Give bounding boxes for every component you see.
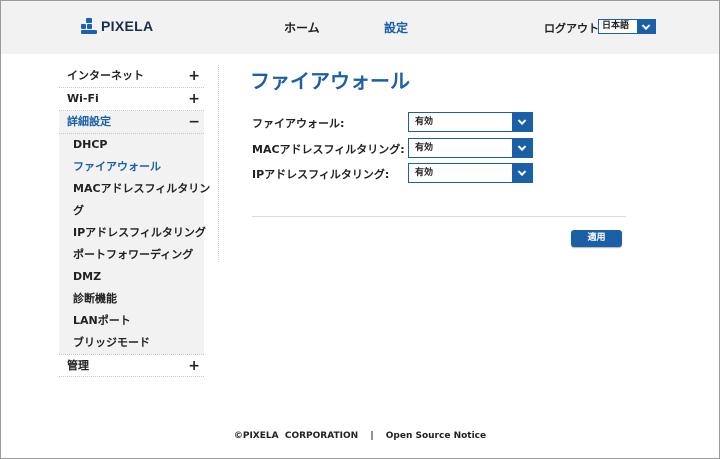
expand-icon: + <box>188 358 200 374</box>
nav-settings[interactable]: 設定 <box>384 19 408 36</box>
sidebar-sub-lan-port[interactable]: LANポート <box>59 310 204 332</box>
sidebar-item-internet[interactable]: インターネット + <box>59 65 204 88</box>
open-source-notice-link[interactable]: Open Source Notice <box>386 431 486 441</box>
sidebar-sub-ip-filter[interactable]: IPアドレスフィルタリング <box>59 222 206 244</box>
expand-icon: + <box>188 91 200 107</box>
sidebar-sub-dhcp[interactable]: DHCP <box>59 134 204 156</box>
logo-text: PIXELA <box>101 18 154 34</box>
chevron-down-icon <box>512 164 532 182</box>
copyright-text: ©PIXELA CORPORATION <box>233 431 359 441</box>
language-value: 日本語 <box>602 21 630 31</box>
chevron-down-icon <box>637 20 655 33</box>
sidebar-item-wifi[interactable]: Wi-Fi + <box>59 88 204 111</box>
sidebar-sub-mac-filter[interactable]: MACアドレスフィルタリン <box>59 178 210 200</box>
sidebar-submenu: DHCP ファイアウォール MACアドレスフィルタリン グ IPアドレスフィルタ… <box>59 134 210 354</box>
footer-separator: | <box>370 431 374 441</box>
nav-home[interactable]: ホーム <box>284 19 320 36</box>
sidebar-sub-mac-filter-wrap[interactable]: グ <box>59 200 204 222</box>
logo[interactable]: PIXELA <box>81 18 153 34</box>
sidebar-sub-port-forwarding[interactable]: ポートフォワーディング <box>59 244 204 266</box>
sidebar-sub-bridge-mode[interactable]: ブリッジモード <box>59 332 204 354</box>
firewall-value: 有効 <box>415 117 434 127</box>
page-title: ファイアウォール <box>250 69 410 93</box>
ip-filter-select[interactable]: 有効 <box>408 163 533 183</box>
sidebar-item-advanced[interactable]: 詳細設定 − <box>59 111 204 134</box>
sidebar-sub-firewall[interactable]: ファイアウォール <box>59 156 204 178</box>
sidebar-item-label: 詳細設定 <box>67 115 111 128</box>
sidebar-item-label: 管理 <box>67 359 89 372</box>
vertical-divider <box>218 65 219 262</box>
sidebar: インターネット + Wi-Fi + 詳細設定 − DHCP ファイアウォール M… <box>59 65 210 377</box>
collapse-icon: − <box>188 114 200 130</box>
chevron-down-icon <box>512 113 532 131</box>
footer: ©PIXELA CORPORATION | Open Source Notice <box>0 431 720 441</box>
firewall-select[interactable]: 有効 <box>408 112 533 132</box>
sidebar-sub-dmz[interactable]: DMZ <box>59 266 204 288</box>
expand-icon: + <box>188 68 200 84</box>
firewall-label: ファイアウォール: <box>252 117 345 130</box>
sidebar-item-label: Wi-Fi <box>67 92 99 105</box>
sidebar-item-management[interactable]: 管理 + <box>59 354 204 377</box>
language-select[interactable]: 日本語 <box>598 19 656 34</box>
sidebar-item-label: インターネット <box>67 69 144 82</box>
ip-filter-label: IPアドレスフィルタリング: <box>252 168 390 181</box>
mac-filter-label: MACアドレスフィルタリング: <box>252 143 405 156</box>
ip-filter-value: 有効 <box>415 168 434 178</box>
mac-filter-select[interactable]: 有効 <box>408 138 533 158</box>
pixela-logo-icon <box>81 18 97 34</box>
apply-button[interactable]: 適用 <box>571 230 622 247</box>
logout-link[interactable]: ログアウト <box>544 20 599 36</box>
form-divider <box>252 216 626 217</box>
header: PIXELA ホーム 設定 ログアウト 日本語 <box>1 1 719 54</box>
sidebar-sub-diagnostics[interactable]: 診断機能 <box>59 288 204 310</box>
chevron-down-icon <box>512 139 532 157</box>
mac-filter-value: 有効 <box>415 143 434 153</box>
